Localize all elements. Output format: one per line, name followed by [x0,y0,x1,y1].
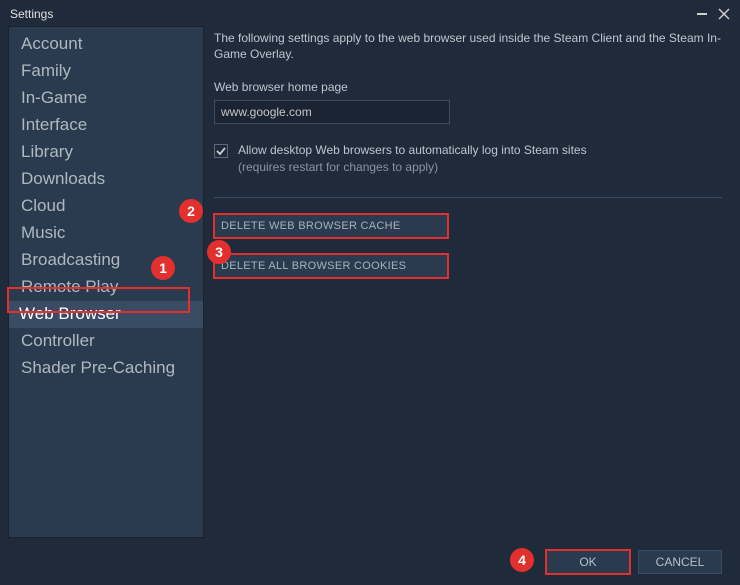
delete-cache-button[interactable]: DELETE WEB BROWSER CACHE [214,214,448,238]
delete-cookies-button[interactable]: DELETE ALL BROWSER COOKIES [214,254,448,278]
allow-desktop-label: Allow desktop Web browsers to automatica… [238,142,587,174]
annotation-badge-3: 3 [207,240,231,264]
annotation-badge-4: 4 [510,548,534,572]
titlebar: Settings [0,0,740,24]
sidebar-item-cloud[interactable]: Cloud [19,193,193,220]
settings-sidebar: AccountFamilyIn-GameInterfaceLibraryDown… [8,26,204,538]
sidebar-item-shader-pre-caching[interactable]: Shader Pre-Caching [19,355,193,382]
close-icon [718,8,730,20]
sidebar-item-music[interactable]: Music [19,220,193,247]
sidebar-item-account[interactable]: Account [19,31,193,58]
sidebar-item-in-game[interactable]: In-Game [19,85,193,112]
minimize-icon [697,13,707,15]
sidebar-item-downloads[interactable]: Downloads [19,166,193,193]
sidebar-item-library[interactable]: Library [19,139,193,166]
minimize-button[interactable] [694,6,710,22]
footer: OK CANCEL [0,539,740,585]
divider [214,197,722,198]
sidebar-item-family[interactable]: Family [19,58,193,85]
description-text: The following settings apply to the web … [214,30,722,62]
settings-window: Settings AccountFamilyIn-GameInterfaceLi… [0,0,740,585]
sidebar-item-interface[interactable]: Interface [19,112,193,139]
home-page-input[interactable] [214,100,450,124]
sidebar-item-web-browser[interactable]: Web Browser [9,301,203,328]
annotation-badge-1: 1 [151,256,175,280]
annotation-badge-2: 2 [179,199,203,223]
allow-desktop-checkbox[interactable] [214,144,228,158]
close-button[interactable] [716,6,732,22]
home-page-label: Web browser home page [214,80,722,94]
ok-button[interactable]: OK [546,550,630,574]
window-title: Settings [10,7,53,21]
settings-content: The following settings apply to the web … [204,26,732,538]
sidebar-item-controller[interactable]: Controller [19,328,193,355]
cancel-button[interactable]: CANCEL [638,550,722,574]
check-icon [216,146,226,156]
